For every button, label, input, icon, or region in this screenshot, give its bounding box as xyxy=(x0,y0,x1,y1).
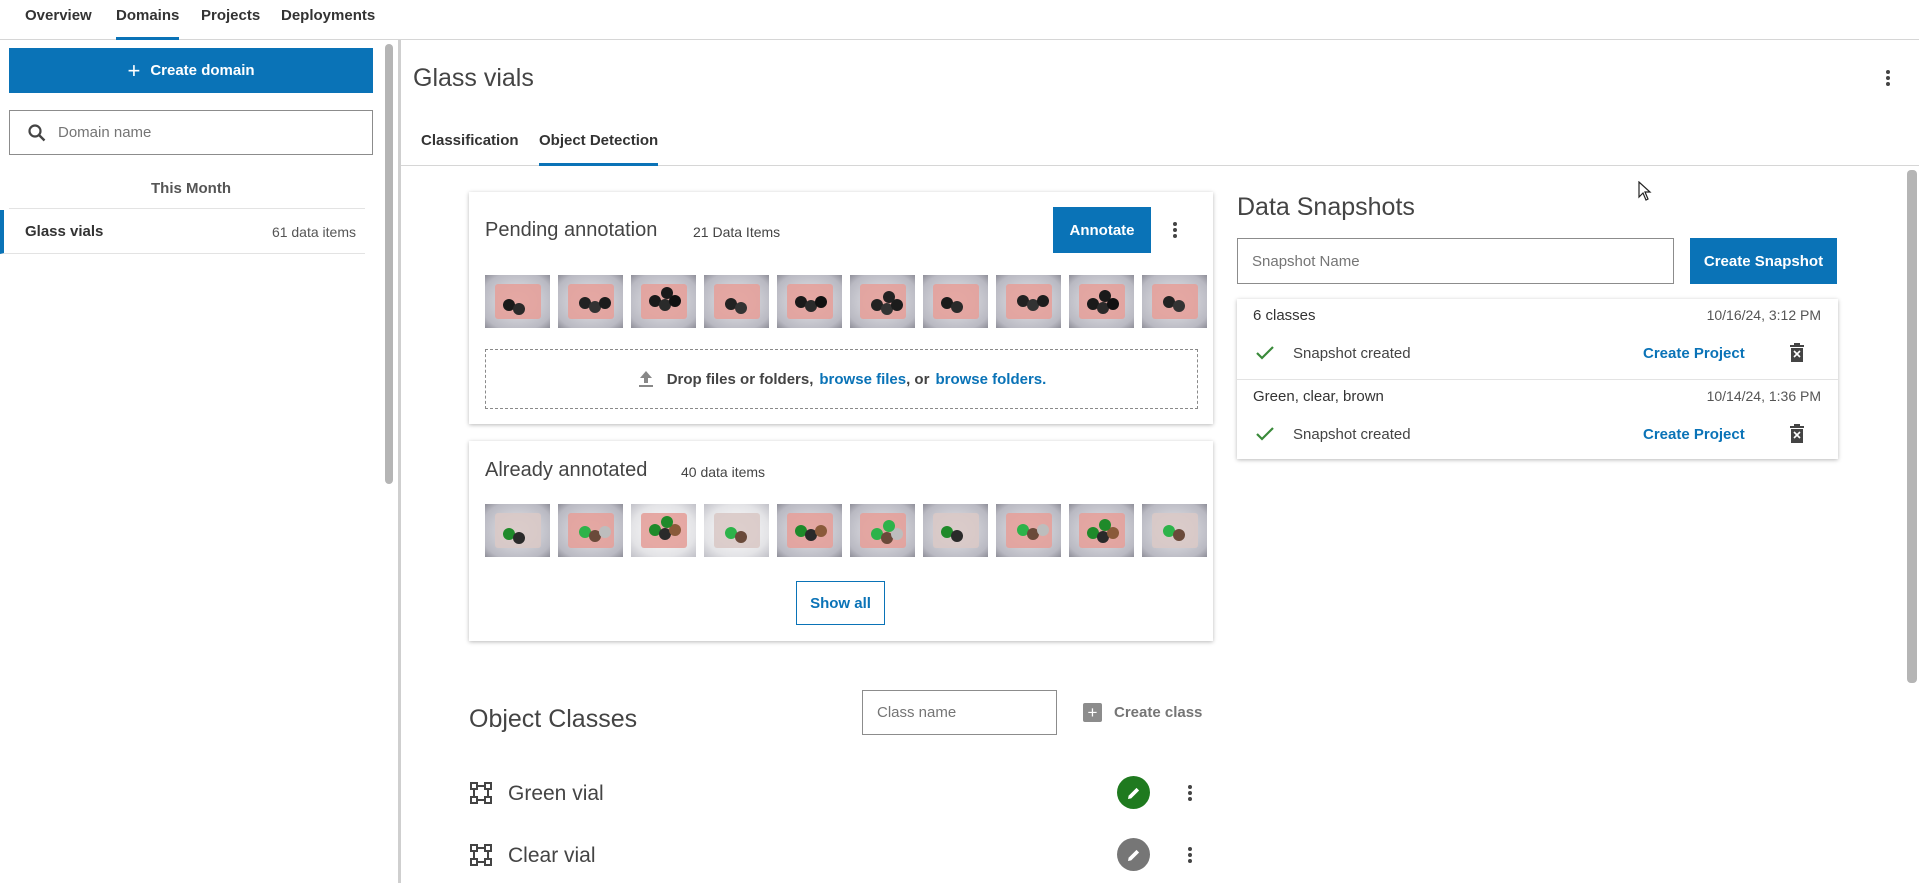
class-more-icon[interactable] xyxy=(1180,781,1200,805)
divider xyxy=(9,208,365,209)
domain-count: 61 data items xyxy=(271,223,356,240)
snapshot-list: 6 classes 10/16/24, 3:12 PM Snapshot cre… xyxy=(1237,299,1838,459)
or-text: , or xyxy=(906,370,930,388)
image-thumbnail[interactable] xyxy=(1142,275,1207,328)
snapshot-status: Snapshot created xyxy=(1293,426,1411,443)
snapshot-row: 6 classes 10/16/24, 3:12 PM Snapshot cre… xyxy=(1237,299,1838,379)
image-thumbnail[interactable] xyxy=(631,275,696,328)
domain-search-input[interactable] xyxy=(58,124,348,141)
annotate-button[interactable]: Annotate xyxy=(1053,207,1151,253)
file-dropzone[interactable]: Drop files or folders, browse files , or… xyxy=(485,349,1198,409)
create-class-label: Create class xyxy=(1114,703,1203,721)
plus-icon: + xyxy=(127,57,141,83)
delete-trash-icon[interactable] xyxy=(1789,424,1805,444)
snapshot-row: Green, clear, brown 10/14/24, 1:36 PM Sn… xyxy=(1237,379,1838,459)
browse-files-link[interactable]: browse files xyxy=(819,371,906,388)
create-project-link[interactable]: Create Project xyxy=(1643,426,1745,443)
image-thumbnail[interactable] xyxy=(996,504,1061,557)
annotated-title: Already annotated xyxy=(485,459,648,481)
mouse-cursor-icon xyxy=(1638,181,1652,201)
more-options-icon[interactable] xyxy=(1878,66,1898,90)
snapshot-date: 10/14/24, 1:36 PM xyxy=(1706,388,1821,404)
image-thumbnail[interactable] xyxy=(631,504,696,557)
image-thumbnail[interactable] xyxy=(558,504,623,557)
snapshot-name-input[interactable] xyxy=(1237,238,1674,284)
image-thumbnail[interactable] xyxy=(850,504,915,557)
tab-object-detection[interactable]: Object Detection xyxy=(539,120,659,166)
page-title: Glass vials xyxy=(413,64,534,92)
sidebar-scrollbar[interactable] xyxy=(385,44,393,484)
browse-folders-link[interactable]: browse folders. xyxy=(935,371,1046,388)
image-thumbnail[interactable] xyxy=(1142,504,1207,557)
image-thumbnail[interactable] xyxy=(704,275,769,328)
sidebar-border xyxy=(398,40,401,883)
snapshot-date: 10/16/24, 3:12 PM xyxy=(1706,307,1821,323)
main-scrollbar[interactable] xyxy=(1907,170,1917,683)
annotated-thumbnails xyxy=(485,504,1207,557)
image-thumbnail[interactable] xyxy=(777,275,842,328)
create-project-link[interactable]: Create Project xyxy=(1643,345,1745,362)
checkmark-icon xyxy=(1256,346,1274,360)
image-thumbnail[interactable] xyxy=(704,504,769,557)
domain-name: Glass vials xyxy=(25,223,104,240)
create-snapshot-button[interactable]: Create Snapshot xyxy=(1690,238,1837,284)
image-thumbnail[interactable] xyxy=(850,275,915,328)
content-tabs: Classification Object Detection xyxy=(401,120,1919,166)
create-domain-label: Create domain xyxy=(150,62,255,79)
edit-pencil-icon[interactable] xyxy=(1117,776,1150,809)
class-more-icon[interactable] xyxy=(1180,843,1200,867)
class-name: Green vial xyxy=(508,782,604,805)
domain-search-box xyxy=(9,110,373,155)
nav-tab-projects[interactable]: Projects xyxy=(201,0,260,40)
group-label: This Month xyxy=(151,180,231,197)
class-row: Clear vial xyxy=(470,836,1210,876)
bounding-box-icon xyxy=(470,844,492,866)
pending-more-icon[interactable] xyxy=(1165,218,1185,242)
snapshot-name: Green, clear, brown xyxy=(1253,388,1384,405)
domains-sidebar: + Create domain This Month Glass vials 6… xyxy=(0,40,393,883)
delete-trash-icon[interactable] xyxy=(1789,343,1805,363)
nav-tab-deployments[interactable]: Deployments xyxy=(281,0,375,40)
class-name-input[interactable] xyxy=(862,690,1057,735)
image-thumbnail[interactable] xyxy=(558,275,623,328)
plus-icon: + xyxy=(1083,702,1102,722)
object-classes-title: Object Classes xyxy=(469,705,638,733)
pending-count: 21 Data Items xyxy=(693,224,781,240)
image-thumbnail[interactable] xyxy=(923,275,988,328)
annotated-count: 40 data items xyxy=(681,464,766,480)
image-thumbnail[interactable] xyxy=(485,275,550,328)
pending-title: Pending annotation xyxy=(485,219,658,241)
create-class-button[interactable]: + Create class xyxy=(1083,700,1202,724)
tab-classification[interactable]: Classification xyxy=(421,120,519,166)
edit-pencil-icon[interactable] xyxy=(1117,838,1150,871)
nav-tab-domains[interactable]: Domains xyxy=(116,0,180,40)
snapshot-name: 6 classes xyxy=(1253,307,1316,324)
search-icon xyxy=(28,123,46,141)
image-thumbnail[interactable] xyxy=(996,275,1061,328)
upload-icon xyxy=(638,371,653,387)
image-thumbnail[interactable] xyxy=(1069,275,1134,328)
checkmark-icon xyxy=(1256,427,1274,441)
image-thumbnail[interactable] xyxy=(1069,504,1134,557)
bounding-box-icon xyxy=(470,782,492,804)
class-name: Clear vial xyxy=(508,844,596,867)
snapshot-status: Snapshot created xyxy=(1293,345,1411,362)
drop-text: Drop files or folders, xyxy=(666,370,814,388)
top-navigation: Overview Domains Projects Deployments xyxy=(0,0,1919,40)
image-thumbnail[interactable] xyxy=(923,504,988,557)
nav-tab-overview[interactable]: Overview xyxy=(25,0,92,40)
domain-item-glass-vials[interactable]: Glass vials 61 data items xyxy=(0,210,365,254)
show-all-button[interactable]: Show all xyxy=(796,581,885,625)
data-snapshots-title: Data Snapshots xyxy=(1237,193,1415,221)
pending-thumbnails xyxy=(485,275,1207,328)
image-thumbnail[interactable] xyxy=(485,504,550,557)
class-row: Green vial xyxy=(470,774,1210,814)
create-domain-button[interactable]: + Create domain xyxy=(9,48,373,93)
image-thumbnail[interactable] xyxy=(777,504,842,557)
